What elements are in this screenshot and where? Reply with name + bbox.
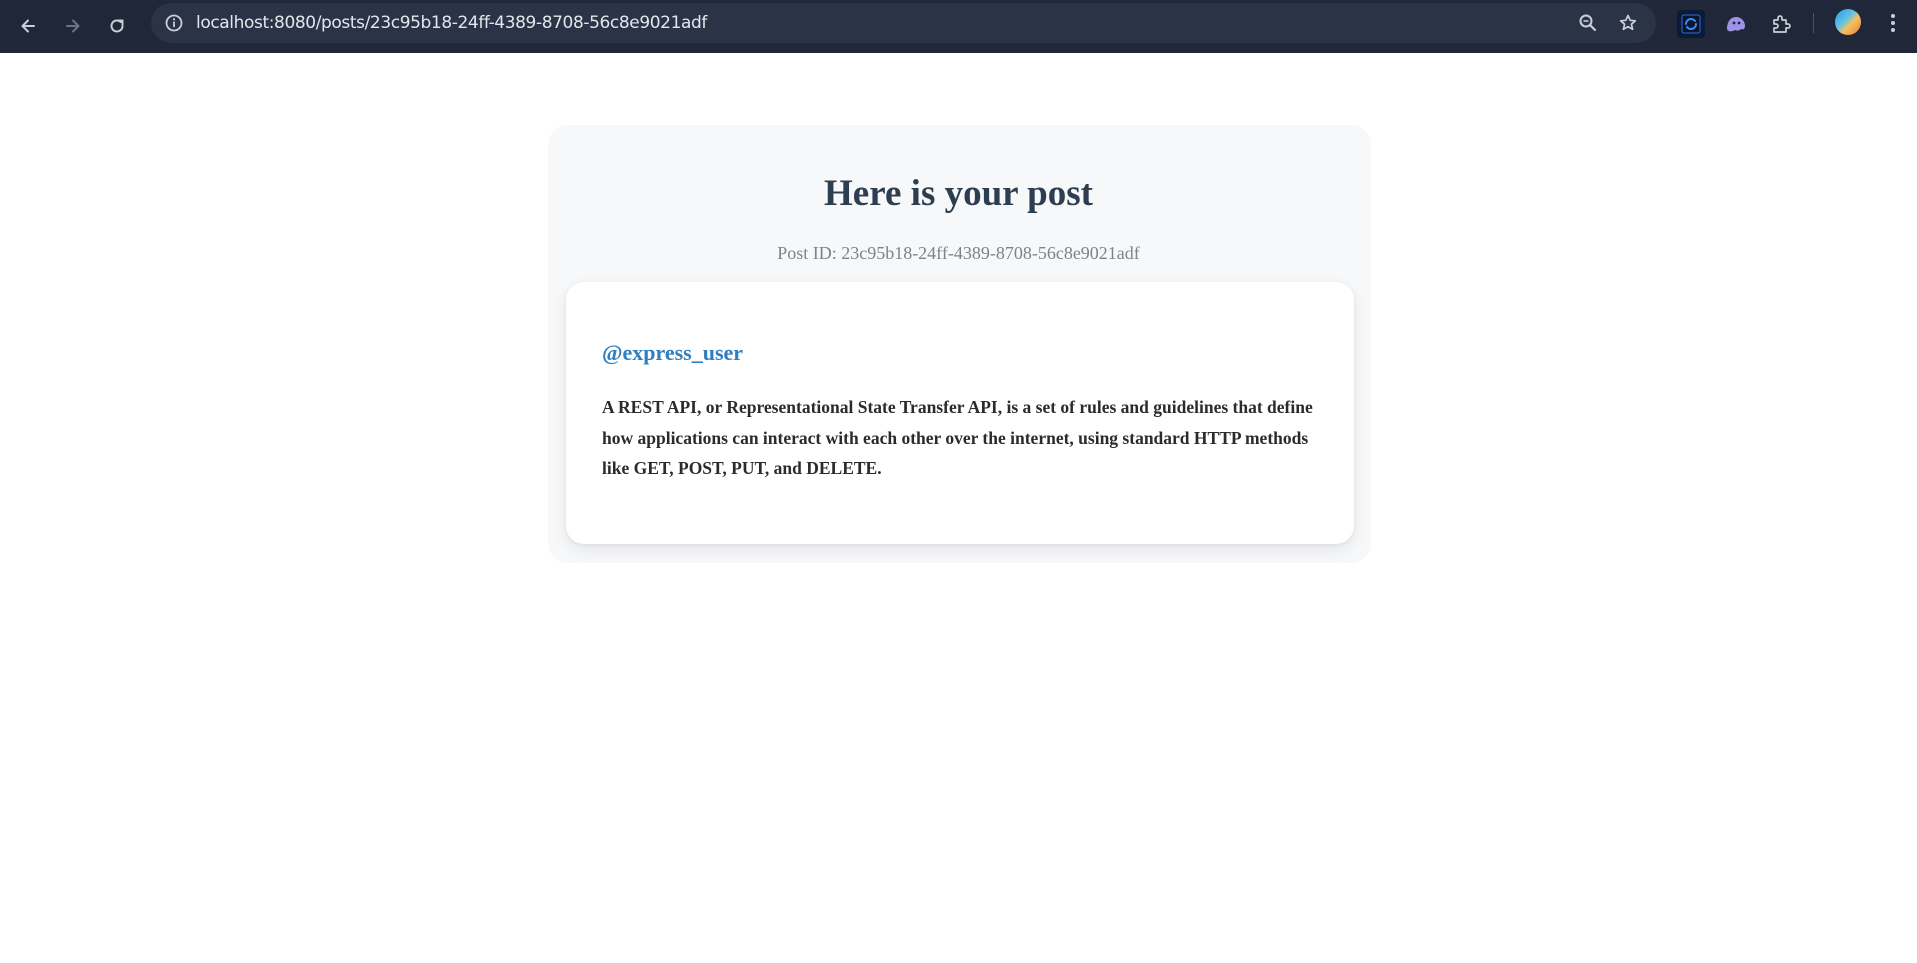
post-card: @express_user A REST API, or Representat…: [566, 282, 1354, 544]
arrow-right-icon: [66, 19, 80, 33]
zoom-icon: [1579, 14, 1597, 32]
bookmark-button[interactable]: [1615, 10, 1641, 36]
puzzle-icon: [1773, 15, 1791, 33]
sync-extension-icon: [1681, 14, 1701, 34]
avatar-icon[interactable]: [1835, 9, 1861, 35]
kebab-menu-icon[interactable]: [1880, 9, 1906, 37]
star-icon: [1619, 14, 1637, 31]
zoom-button[interactable]: [1575, 10, 1601, 36]
toolbar-separator: [1813, 13, 1814, 33]
sync-extension-button[interactable]: [1677, 10, 1705, 38]
forward-button[interactable]: [56, 9, 90, 43]
browser-toolbar: localhost:8080/posts/23c95b18-24ff-4389-…: [0, 0, 1917, 53]
reload-icon: [110, 19, 124, 33]
ghost-extension-button[interactable]: [1722, 10, 1750, 38]
back-button[interactable]: [11, 9, 45, 43]
ghost-extension-icon: [1727, 17, 1745, 32]
post-id: Post ID: 23c95b18-24ff-4389-8708-56c8e90…: [777, 243, 1140, 263]
page-title: Here is your post: [824, 173, 1093, 214]
extensions-button[interactable]: [1767, 10, 1795, 38]
site-info-button[interactable]: [161, 10, 187, 36]
post-content: A REST API, or Representational State Tr…: [602, 397, 1313, 478]
post-username: @express_user: [602, 340, 744, 365]
reload-button[interactable]: [100, 9, 134, 43]
arrow-left-icon: [21, 19, 35, 33]
url-text[interactable]: localhost:8080/posts/23c95b18-24ff-4389-…: [196, 3, 707, 43]
address-bar[interactable]: localhost:8080/posts/23c95b18-24ff-4389-…: [151, 3, 1656, 43]
info-icon: [165, 14, 183, 32]
